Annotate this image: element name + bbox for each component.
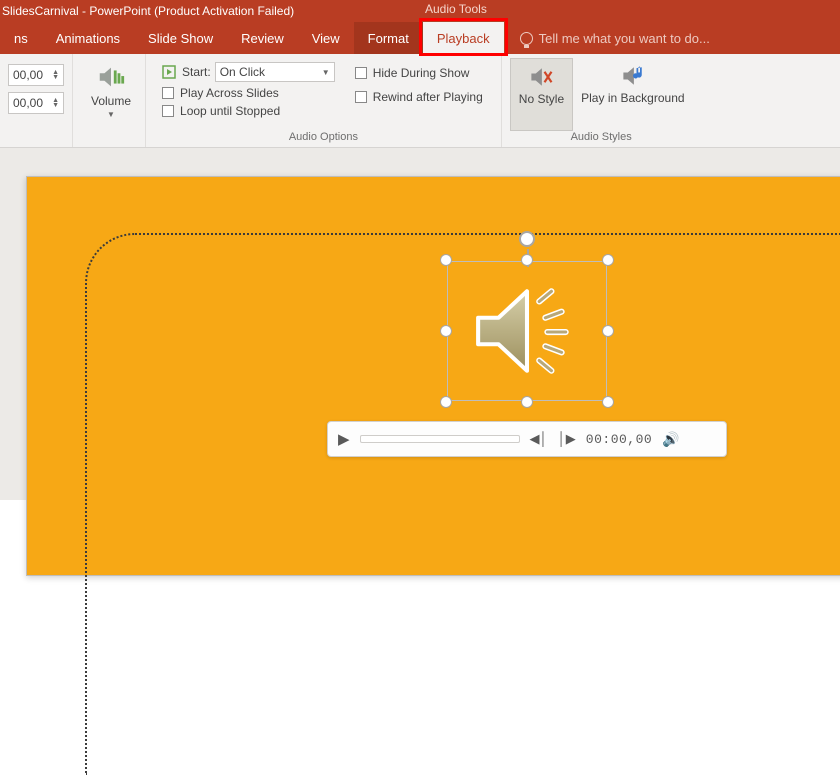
resize-handle-tl[interactable] [440, 254, 452, 266]
resize-handle-tr[interactable] [602, 254, 614, 266]
lightbulb-icon [520, 32, 533, 45]
tab-slide-show[interactable]: Slide Show [134, 22, 227, 54]
checkbox-icon [162, 87, 174, 99]
tell-me-placeholder: Tell me what you want to do... [539, 31, 710, 46]
no-style-button[interactable]: No Style [510, 58, 573, 131]
resize-handle-bl[interactable] [440, 396, 452, 408]
audio-styles-group-label: Audio Styles [510, 131, 693, 145]
volume-button[interactable]: Volume ▼ [81, 58, 137, 119]
start-combo[interactable]: On Click ▼ [215, 62, 335, 82]
tab-transitions-partial[interactable]: ns [0, 22, 42, 54]
contextual-tab-label: Audio Tools [425, 2, 487, 16]
start-icon [162, 64, 178, 80]
checkbox-icon [355, 67, 367, 79]
speaker-mute-icon [527, 63, 555, 91]
tab-format[interactable]: Format [354, 22, 423, 54]
tab-view[interactable]: View [298, 22, 354, 54]
play-across-slides-checkbox[interactable]: Play Across Slides [162, 86, 335, 100]
audio-options-group-label: Audio Options [154, 131, 493, 145]
play-bg-label: Play in Background [581, 91, 684, 105]
skip-forward-button[interactable]: │▶ [558, 431, 576, 447]
chevron-down-icon: ▼ [322, 68, 330, 77]
seek-track[interactable] [360, 435, 520, 443]
ribbon: 00,00 ▲▼ 00,00 ▲▼ Volume ▼ [0, 54, 840, 148]
tab-review[interactable]: Review [227, 22, 298, 54]
tell-me-search[interactable]: Tell me what you want to do... [504, 22, 710, 54]
start-label: Start: [182, 65, 211, 79]
audio-speaker-icon [465, 275, 589, 387]
group-label [8, 131, 64, 145]
loop-until-stopped-checkbox[interactable]: Loop until Stopped [162, 104, 335, 118]
hide-during-show-checkbox[interactable]: Hide During Show [355, 66, 483, 80]
play-in-background-button[interactable]: Play in Background [573, 58, 692, 131]
resize-handle-t[interactable] [521, 254, 533, 266]
fade-out-input[interactable]: 00,00 ▲▼ [8, 92, 64, 114]
resize-handle-l[interactable] [440, 325, 452, 337]
rewind-after-playing-checkbox[interactable]: Rewind after Playing [355, 90, 483, 104]
checkbox-icon [355, 91, 367, 103]
hide-label: Hide During Show [373, 66, 470, 80]
play-button[interactable]: ▶ [338, 430, 350, 448]
slide-canvas[interactable]: ▶ ◀│ │▶ 00:00,00 🔊 [26, 176, 840, 576]
loop-label: Loop until Stopped [180, 104, 280, 118]
tab-playback[interactable]: Playback [423, 22, 504, 54]
fade-in-value: 00,00 [13, 68, 43, 82]
spinner-arrows-icon[interactable]: ▲▼ [52, 98, 59, 108]
spinner-arrows-icon[interactable]: ▲▼ [52, 70, 59, 80]
volume-label: Volume [91, 94, 131, 108]
resize-handle-b[interactable] [521, 396, 533, 408]
fade-out-value: 00,00 [13, 96, 43, 110]
resize-handle-r[interactable] [602, 325, 614, 337]
title-bar: SlidesCarnival - PowerPoint (Product Act… [0, 0, 840, 22]
dropdown-arrow-icon: ▼ [107, 110, 115, 119]
resize-handle-br[interactable] [602, 396, 614, 408]
group-label [81, 131, 137, 145]
audio-object[interactable] [447, 261, 607, 401]
start-value: On Click [220, 65, 265, 79]
checkbox-icon [162, 105, 174, 117]
play-across-label: Play Across Slides [180, 86, 279, 100]
tab-animations[interactable]: Animations [42, 22, 134, 54]
fade-in-input[interactable]: 00,00 ▲▼ [8, 64, 64, 86]
time-display: 00:00,00 [586, 432, 652, 447]
volume-icon [96, 62, 126, 92]
rotation-handle[interactable] [519, 231, 535, 247]
skip-back-button[interactable]: ◀│ [530, 431, 548, 447]
ribbon-tabs: ns Animations Slide Show Review View For… [0, 22, 840, 54]
speaker-music-icon [619, 62, 647, 90]
document-title: SlidesCarnival - PowerPoint (Product Act… [0, 4, 294, 18]
audio-mini-player: ▶ ◀│ │▶ 00:00,00 🔊 [327, 421, 727, 457]
slide-workspace[interactable]: ▶ ◀│ │▶ 00:00,00 🔊 [0, 148, 840, 500]
rewind-label: Rewind after Playing [373, 90, 483, 104]
volume-icon[interactable]: 🔊 [662, 431, 679, 448]
no-style-label: No Style [519, 92, 564, 106]
